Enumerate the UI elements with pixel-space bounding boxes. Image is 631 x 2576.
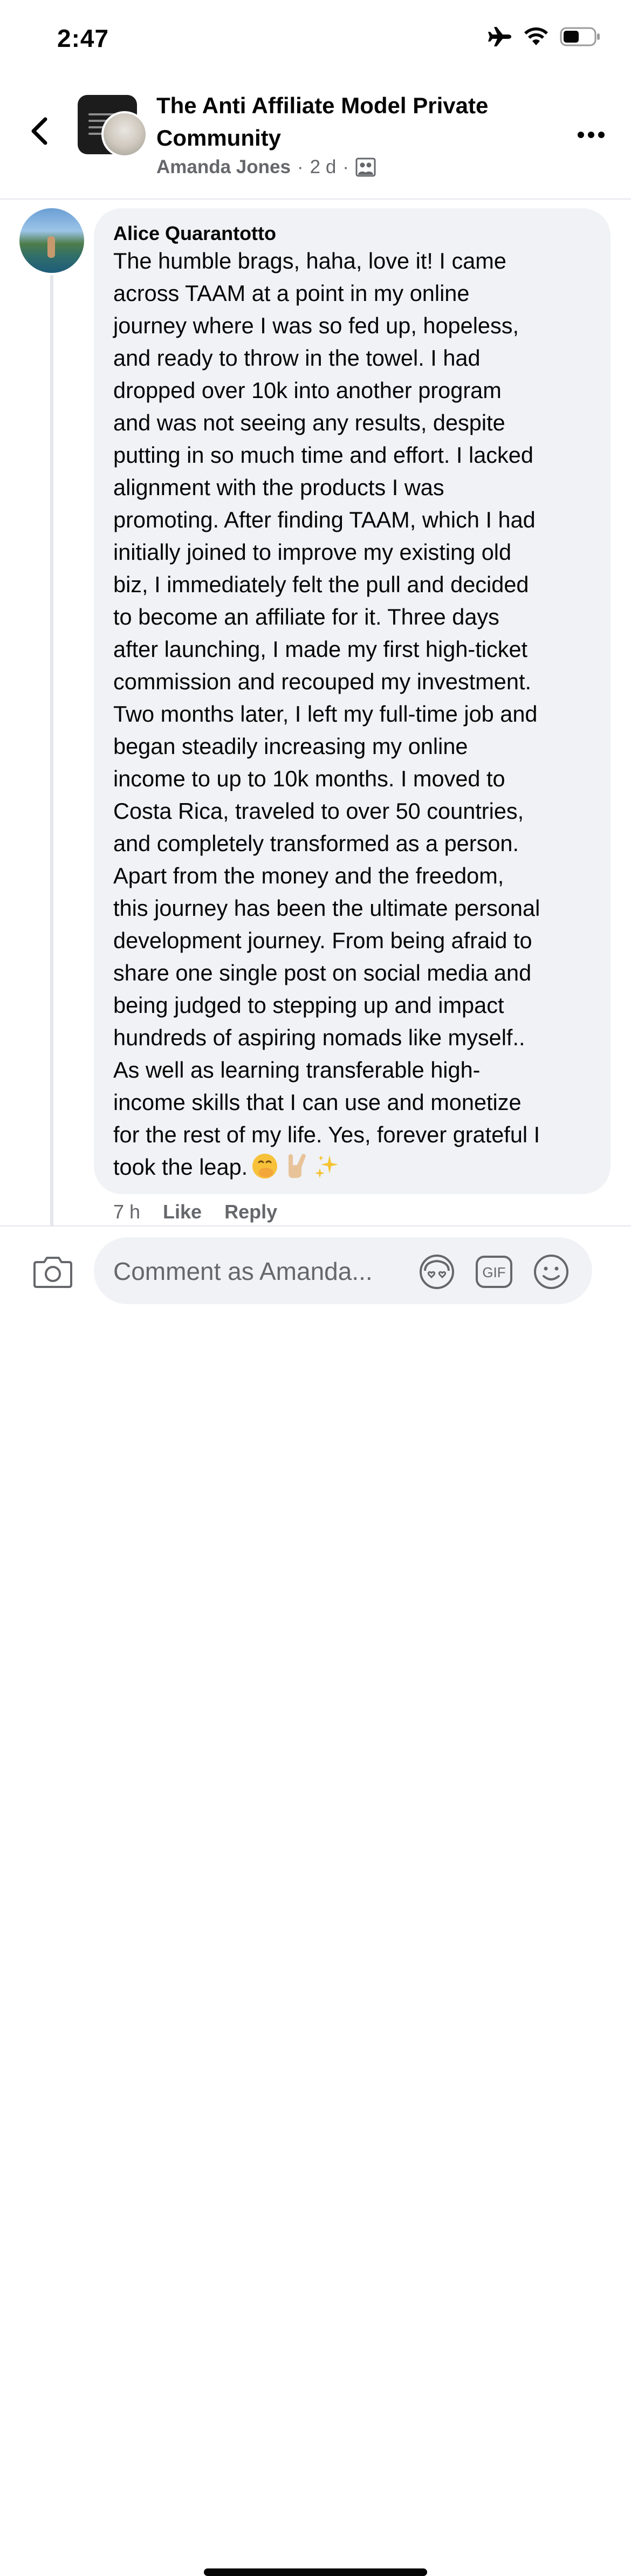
commenter-avatar[interactable] bbox=[19, 208, 84, 273]
face-with-hand-over-mouth-emoji bbox=[252, 1154, 278, 1179]
comment-bubble[interactable]: Alice Quarantotto The humble brags, haha… bbox=[94, 208, 611, 1194]
comment-body: The humble brags, haha, love it! I came … bbox=[113, 248, 540, 1180]
post-meta: Amanda Jones · 2 d · bbox=[156, 156, 376, 178]
author-avatar[interactable] bbox=[101, 111, 148, 157]
camera-icon bbox=[33, 1257, 72, 1288]
status-time: 2:47 bbox=[57, 24, 109, 52]
comment-input-placeholder: Comment as Amanda... bbox=[113, 1257, 373, 1285]
meta-separator: · bbox=[297, 156, 304, 177]
like-button[interactable]: Like bbox=[163, 1201, 202, 1223]
post-author[interactable]: Amanda Jones bbox=[156, 156, 291, 178]
comment-input[interactable]: Comment as Amanda... GIF bbox=[94, 1237, 592, 1304]
comment-text: The humble brags, haha, love it! I came … bbox=[113, 245, 599, 1183]
gif-button[interactable]: GIF bbox=[475, 1252, 513, 1291]
avatar-sticker-button[interactable] bbox=[417, 1252, 456, 1291]
post-header: The Anti Affiliate Model Private Communi… bbox=[0, 81, 631, 200]
comment-composer: Comment as Amanda... GIF bbox=[0, 1225, 631, 2576]
home-indicator[interactable] bbox=[204, 2568, 427, 2576]
comment-actions: 7 h Like Reply bbox=[113, 1201, 277, 1223]
gif-label: GIF bbox=[482, 1264, 505, 1280]
battery-icon bbox=[560, 27, 600, 46]
camera-button[interactable] bbox=[31, 1250, 74, 1293]
reply-button[interactable]: Reply bbox=[224, 1201, 277, 1223]
post-age: 2 d bbox=[310, 156, 337, 177]
group-title[interactable]: The Anti Affiliate Model Private Communi… bbox=[156, 90, 566, 154]
wifi-icon bbox=[524, 27, 548, 45]
gif-icon: GIF bbox=[476, 1256, 512, 1288]
avatar-sticker-icon bbox=[420, 1255, 454, 1289]
chevron-left-icon bbox=[31, 117, 47, 145]
status-bar: 2:47 bbox=[0, 0, 631, 81]
sparkles-emoji bbox=[315, 1155, 339, 1178]
members-icon bbox=[355, 157, 376, 177]
comment-author[interactable]: Alice Quarantotto bbox=[113, 222, 276, 245]
emoji-button[interactable] bbox=[532, 1252, 571, 1291]
back-button[interactable] bbox=[24, 111, 54, 152]
airplane-icon bbox=[488, 27, 511, 46]
meta-separator: · bbox=[342, 156, 349, 177]
comment-time: 7 h bbox=[113, 1201, 141, 1223]
status-icons bbox=[488, 26, 601, 47]
more-horizontal-icon bbox=[578, 132, 605, 138]
thread-line bbox=[50, 275, 53, 1225]
more-options-button[interactable] bbox=[575, 119, 607, 151]
emoji-icon bbox=[534, 1255, 568, 1289]
love-you-gesture-emoji bbox=[289, 1154, 306, 1178]
